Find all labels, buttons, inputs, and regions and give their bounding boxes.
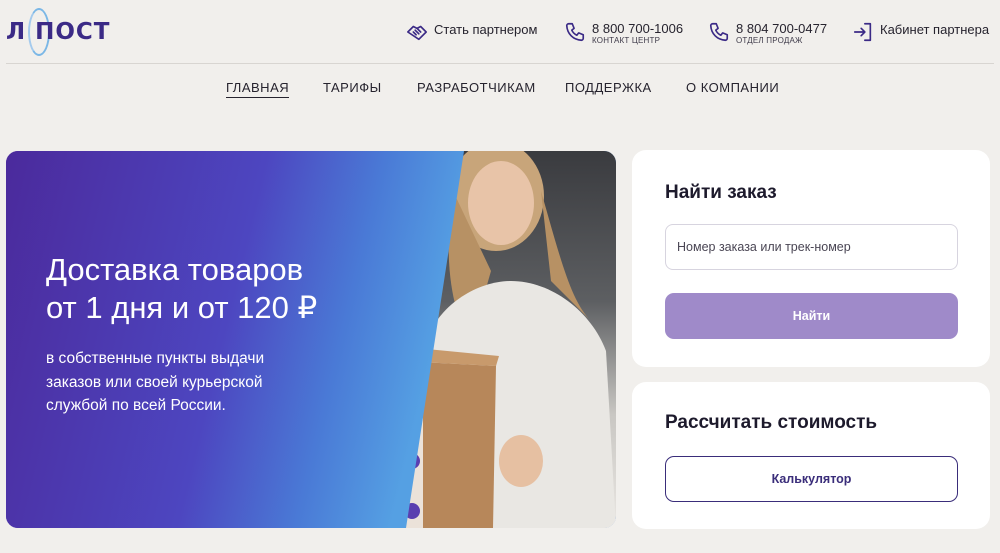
contact-center-phone[interactable]: 8 800 700-1006 КОНТАКТ ЦЕНТР (564, 20, 683, 45)
find-order-card: Найти заказ Найти (632, 150, 990, 367)
partner-cabinet-link[interactable]: Кабинет партнера (852, 20, 989, 43)
nav-item-developers[interactable]: РАЗРАБОТЧИКАМ (417, 80, 536, 95)
phone-icon (708, 21, 730, 43)
hero-subtitle-line3: службой по всей России. (46, 397, 226, 414)
logo-text: Л ПОСТ (6, 19, 111, 45)
site-header: Л ПОСТ Стать партнером 8 800 700-1006 КО… (0, 0, 1000, 64)
hero-subtitle-line1: в собственные пункты выдачи (46, 350, 265, 367)
hero-subtitle-line2: заказов или своей курьерской (46, 373, 263, 391)
calculate-cost-title: Рассчитать стоимость (665, 412, 878, 433)
handshake-icon (406, 21, 428, 43)
become-partner-label: Стать партнером (434, 22, 538, 37)
nav-item-support[interactable]: ПОДДЕРЖКА (565, 80, 652, 95)
nav-item-home[interactable]: ГЛАВНАЯ (226, 80, 290, 98)
hero-gradient-wedge (6, 151, 464, 528)
sales-number: 8 804 700-0477 (736, 21, 828, 36)
calculator-button[interactable]: Калькулятор (665, 456, 958, 502)
hero-subtitle: в собственные пункты выдачи заказов или … (46, 347, 346, 418)
hero-title-line2: от 1 дня и от 120 ₽ (46, 290, 318, 325)
hero-title: Доставка товаров от 1 дня и от 120 ₽ (46, 251, 406, 327)
sales-caption: ОТДЕЛ ПРОДАЖ (736, 35, 803, 45)
phone-icon (564, 21, 586, 43)
contact-center-caption: КОНТАКТ ЦЕНТР (592, 35, 661, 45)
login-icon (852, 21, 874, 43)
nav-item-about[interactable]: О КОМПАНИИ (686, 80, 779, 95)
calculate-cost-card: Рассчитать стоимость Калькулятор (632, 382, 990, 529)
partner-cabinet-label: Кабинет партнера (880, 22, 990, 37)
contact-center-number: 8 800 700-1006 (592, 21, 684, 36)
logo[interactable]: Л ПОСТ (6, 8, 118, 56)
hero-title-line1: Доставка товаров (46, 252, 304, 287)
sales-phone[interactable]: 8 804 700-0477 ОТДЕЛ ПРОДАЖ (708, 20, 827, 45)
become-partner-link[interactable]: Стать партнером (406, 20, 537, 43)
nav-item-tariffs[interactable]: ТАРИФЫ (323, 80, 382, 95)
main-nav: ГЛАВНАЯ ТАРИФЫ РАЗРАБОТЧИКАМ ПОДДЕРЖКА О… (0, 80, 1000, 104)
find-order-title: Найти заказ (665, 182, 777, 203)
tracking-number-input[interactable] (665, 224, 958, 270)
hero-banner: Доставка товаров от 1 дня и от 120 ₽ в с… (6, 151, 616, 528)
header-divider (6, 63, 994, 64)
find-order-button[interactable]: Найти (665, 293, 958, 339)
